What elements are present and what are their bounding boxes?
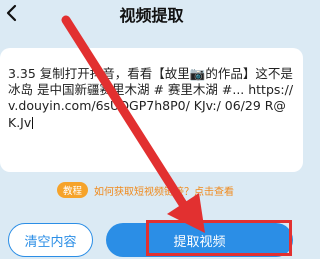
tutorial-badge: 教程 xyxy=(57,182,89,198)
extract-button-label: 提取视频 xyxy=(173,234,226,250)
header-bar: 视频提取 xyxy=(0,0,303,32)
tutorial-tip[interactable]: 教程 如何获取短视频链接？点击查看 xyxy=(57,181,234,199)
extract-video-button[interactable]: 提取视频 xyxy=(106,223,293,257)
link-textarea[interactable]: 3.35 复制打开抖音，看看【故里📷的作品】这不是冰岛 是中国新疆赛里木湖 # … xyxy=(8,66,298,131)
page-title: 视频提取 xyxy=(119,6,184,25)
tutorial-link[interactable]: 如何获取短视频链接？点击查看 xyxy=(94,183,234,198)
text-cursor xyxy=(32,116,34,129)
clear-button-label: 清空内容 xyxy=(24,234,77,250)
link-text: 3.35 复制打开抖音，看看【故里📷的作品】这不是冰岛 是中国新疆赛里木湖 # … xyxy=(8,66,294,130)
clear-content-button[interactable]: 清空内容 xyxy=(8,223,93,257)
